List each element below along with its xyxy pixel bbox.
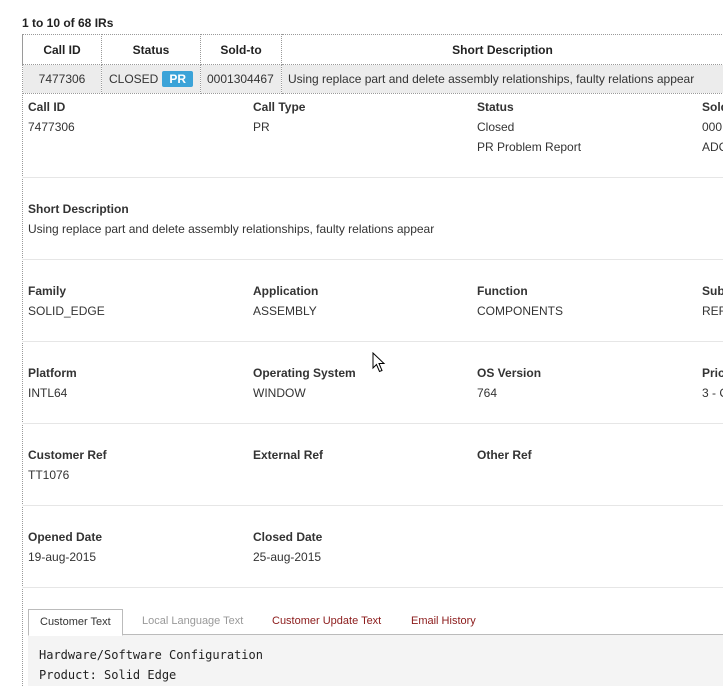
cell-sold-to: 0001304467: [200, 64, 282, 94]
cell-short-description: Using replace part and delete assembly r…: [281, 64, 723, 94]
detail-status-label: Status: [477, 100, 514, 114]
detail-call-type-value: PR: [253, 120, 270, 134]
detail-closed-value: 25-aug-2015: [253, 550, 322, 564]
detail-family-label: Family: [28, 284, 67, 298]
detail-opened-value: 19-aug-2015: [28, 550, 97, 564]
detail-os-label: Operating System: [253, 366, 356, 380]
type-badge: PR: [162, 71, 194, 87]
detail-call-id-value: 7477306: [28, 120, 75, 134]
detail-other-ref-label: Other Ref: [477, 448, 532, 462]
detail-application-value: ASSEMBLY: [253, 304, 317, 318]
customer-text-line: Hardware/Software Configuration: [39, 648, 263, 662]
detail-call-id-label: Call ID: [28, 100, 66, 114]
detail-customer-ref-value: TT1076: [28, 468, 70, 482]
tab-customer-update-text[interactable]: Customer Update Text: [272, 609, 381, 634]
detail-opened-label: Opened Date: [28, 530, 103, 544]
divider: [22, 587, 723, 588]
cell-status: CLOSED PR: [101, 64, 201, 94]
detail-external-ref-label: External Ref: [253, 448, 324, 462]
detail-priority-value: 3 - C: [702, 386, 723, 400]
detail-sold-label: Sold: [702, 100, 723, 114]
detail-function-value: COMPONENTS: [477, 304, 564, 318]
column-header-sold-to[interactable]: Sold-to: [200, 34, 282, 65]
detail-customer-ref-label: Customer Ref: [28, 448, 107, 462]
detail-short-desc-label: Short Description: [28, 202, 129, 216]
detail-sub-label: Sub: [702, 284, 723, 298]
detail-application-label: Application: [253, 284, 319, 298]
tab-customer-text[interactable]: Customer Text: [28, 609, 123, 636]
column-header-status[interactable]: Status: [101, 34, 201, 65]
divider: [22, 423, 723, 424]
divider: [22, 177, 723, 178]
detail-function-label: Function: [477, 284, 528, 298]
divider: [22, 341, 723, 342]
detail-call-type-label: Call Type: [253, 100, 306, 114]
column-header-short-description[interactable]: Short Description: [281, 34, 723, 65]
detail-platform-value: INTL64: [28, 386, 68, 400]
detail-status-sub: PR Problem Report: [477, 140, 582, 154]
divider: [22, 259, 723, 260]
customer-text-line: Product: Solid Edge: [39, 668, 177, 682]
results-count: 1 to 10 of 68 IRs: [22, 16, 114, 30]
cell-call-id[interactable]: 7477306: [22, 64, 102, 94]
detail-sold-value: 000: [702, 120, 723, 134]
mouse-pointer-icon: [372, 352, 386, 373]
detail-os-version-value: 764: [477, 386, 498, 400]
tab-local-language-text[interactable]: Local Language Text: [142, 609, 243, 634]
results-table: Call ID Status Sold-to Short Description…: [22, 34, 723, 94]
divider: [22, 505, 723, 506]
column-header-call-id[interactable]: Call ID: [22, 34, 102, 65]
detail-platform-label: Platform: [28, 366, 77, 380]
table-row[interactable]: 7477306 CLOSED PR 0001304467 Using replac…: [22, 64, 723, 94]
detail-priority-label: Pric: [702, 366, 723, 380]
detail-family-value: SOLID_EDGE: [28, 304, 105, 318]
detail-sub-value: REF: [702, 304, 723, 318]
detail-status-value: Closed: [477, 120, 515, 134]
detail-sold-sub: ADC: [702, 140, 723, 154]
detail-closed-label: Closed Date: [253, 530, 323, 544]
detail-os-value: WINDOW: [253, 386, 306, 400]
detail-short-desc-value: Using replace part and delete assembly r…: [28, 222, 435, 236]
table-header-row: Call ID Status Sold-to Short Description: [22, 34, 723, 65]
detail-os-version-label: OS Version: [477, 366, 542, 380]
tab-email-history[interactable]: Email History: [411, 609, 476, 634]
status-text: CLOSED: [108, 72, 159, 86]
